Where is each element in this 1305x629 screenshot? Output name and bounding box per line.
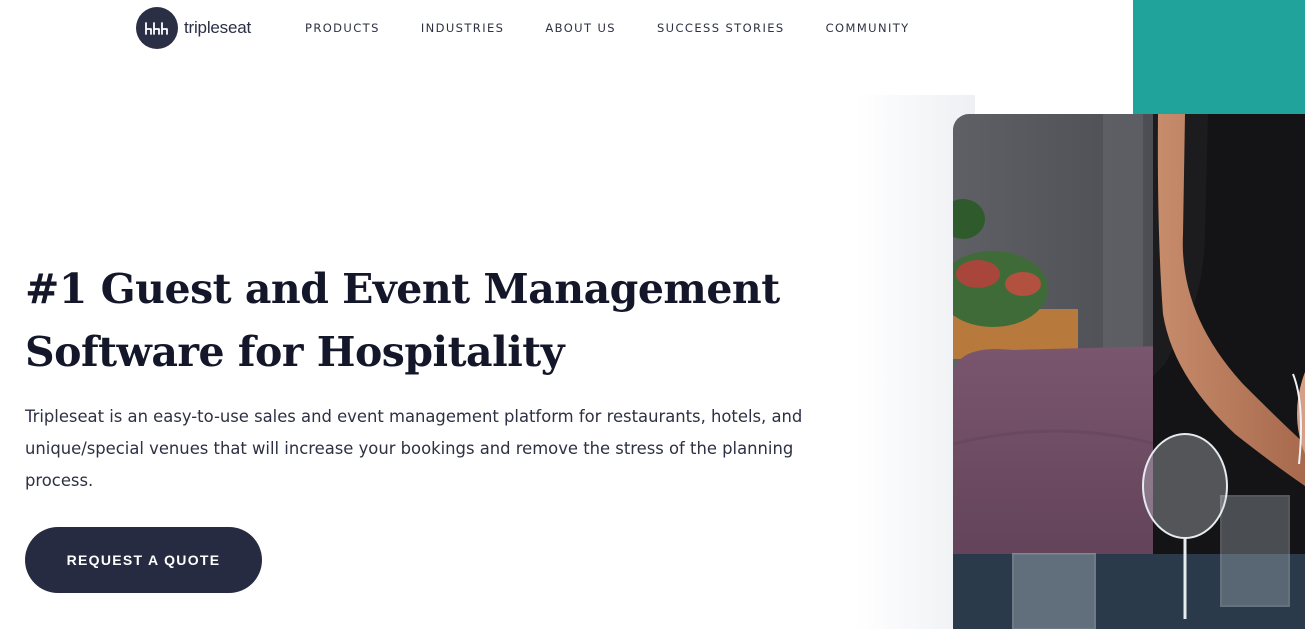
hero-title-line-1: #1 Guest and Event Management <box>25 265 780 313</box>
hero-description: Tripleseat is an easy-to-use sales and e… <box>25 407 803 490</box>
hero-title-line-2: Software for Hospitality <box>25 328 565 376</box>
hero-title: #1 Guest and Event Management Software f… <box>25 258 825 384</box>
request-quote-button[interactable]: REQUEST A QUOTE <box>25 527 262 593</box>
nav-item-products[interactable]: PRODUCTS <box>305 21 380 35</box>
nav-item-success-stories[interactable]: SUCCESS STORIES <box>657 21 785 35</box>
logo[interactable]: tripleseat <box>136 7 251 49</box>
logo-text: tripleseat <box>184 18 251 37</box>
hero-photo <box>953 114 1305 629</box>
site-header: tripleseat PRODUCTS INDUSTRIES ABOUT US … <box>0 0 1133 58</box>
nav-item-community[interactable]: COMMUNITY <box>826 21 910 35</box>
nav-item-about-us[interactable]: ABOUT US <box>545 21 616 35</box>
main-nav: PRODUCTS INDUSTRIES ABOUT US SUCCESS STO… <box>305 21 910 35</box>
triple-seat-chairs-icon <box>136 7 178 49</box>
nav-item-industries[interactable]: INDUSTRIES <box>421 21 505 35</box>
teal-accent-block <box>1133 0 1305 115</box>
